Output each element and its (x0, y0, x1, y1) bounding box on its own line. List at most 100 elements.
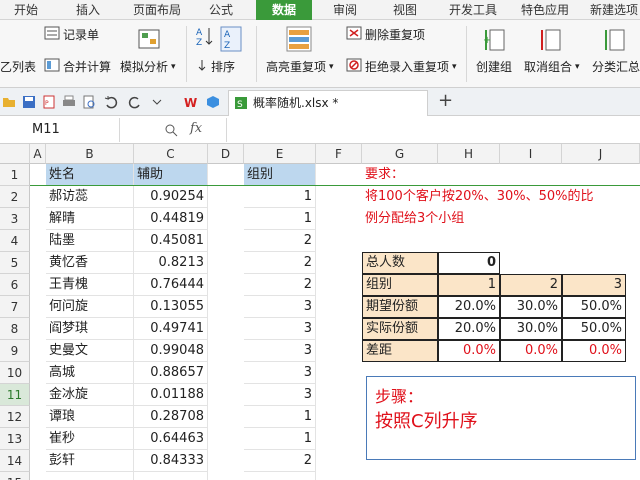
table-cell-group[interactable]: 3 (244, 384, 316, 406)
what-if-button[interactable]: 模拟分析 ▾ (120, 58, 176, 75)
table-cell-name[interactable]: 解晴 (46, 208, 134, 230)
row-header[interactable]: 14 (0, 450, 30, 472)
table-cell-aux[interactable]: 0.76444 (134, 274, 208, 296)
table-cell-group[interactable]: 3 (244, 340, 316, 362)
table-cell-aux[interactable]: 0.13055 (134, 296, 208, 318)
table-cell-aux[interactable]: 0.01188 (134, 384, 208, 406)
chevron-down-icon[interactable] (150, 95, 164, 109)
ungroup-button[interactable]: 取消组合 ▾ (524, 58, 580, 75)
table-cell-name[interactable]: 谭琅 (46, 406, 134, 428)
actual-2[interactable]: 30.0% (500, 318, 562, 340)
tab-home[interactable]: 开始 (0, 0, 52, 20)
table-cell-aux[interactable]: 0.49741 (134, 318, 208, 340)
tab-view[interactable]: 视图 (380, 0, 430, 20)
row-header[interactable]: 9 (0, 340, 30, 362)
table-cell-aux[interactable]: 0.45081 (134, 230, 208, 252)
step-textbox[interactable]: 步骤： 按照C列升序 (366, 376, 636, 460)
column-header[interactable]: D (208, 144, 244, 164)
sort-desc-icon[interactable]: AZ (220, 26, 242, 55)
row-header[interactable]: 6 (0, 274, 30, 296)
fx-button[interactable]: fx (190, 121, 202, 136)
undo-icon[interactable] (104, 95, 118, 109)
table-cell-name[interactable] (46, 472, 134, 480)
new-tab-button[interactable]: + (438, 90, 453, 111)
actual-label[interactable]: 实际份额 (362, 318, 438, 340)
table-cell-group[interactable]: 2 (244, 450, 316, 472)
diff-1[interactable]: 0.0% (438, 340, 500, 362)
table-cell-group[interactable]: 1 (244, 186, 316, 208)
table-header-cell[interactable]: 组别 (244, 164, 316, 186)
cube-icon[interactable] (206, 95, 220, 109)
zoom-icon[interactable] (164, 123, 178, 137)
table-cell-aux[interactable]: 0.44819 (134, 208, 208, 230)
file-tab[interactable]: S 概率随机.xlsx * (228, 90, 428, 116)
table-cell-group[interactable]: 2 (244, 274, 316, 296)
table-cell-name[interactable]: 黄忆香 (46, 252, 134, 274)
table-cell-aux[interactable]: 0.28708 (134, 406, 208, 428)
table-cell-group[interactable]: 1 (244, 428, 316, 450)
row-header[interactable]: 10 (0, 362, 30, 384)
row-header[interactable]: 7 (0, 296, 30, 318)
tab-insert[interactable]: 插入 (62, 0, 114, 20)
redo-icon[interactable] (128, 95, 142, 109)
actual-3[interactable]: 50.0% (562, 318, 626, 340)
table-cell-group[interactable]: 3 (244, 362, 316, 384)
tab-developer[interactable]: 开发工具 (440, 0, 506, 20)
sort-asc-icon[interactable]: AZ (196, 26, 214, 49)
table-cell-name[interactable]: 郝访蕊 (46, 186, 134, 208)
table-cell-name[interactable]: 彭轩 (46, 450, 134, 472)
row-header[interactable]: 5 (0, 252, 30, 274)
group-3[interactable]: 3 (562, 274, 626, 296)
row-header[interactable]: 15 (0, 472, 30, 480)
tab-new[interactable]: 新建选项 (584, 0, 640, 20)
table-cell-aux[interactable]: 0.88657 (134, 362, 208, 384)
table-cell-group[interactable]: 1 (244, 406, 316, 428)
row-header[interactable]: 11 (0, 384, 30, 406)
column-header[interactable]: H (438, 144, 500, 164)
requirement-title[interactable]: 要求： (362, 164, 502, 186)
subtotal-button[interactable]: 分类汇总 (592, 58, 640, 75)
actual-1[interactable]: 20.0% (438, 318, 500, 340)
row-header[interactable]: 8 (0, 318, 30, 340)
column-header[interactable]: F (316, 144, 362, 164)
column-header[interactable]: G (362, 144, 438, 164)
table-cell-aux[interactable]: 0.64463 (134, 428, 208, 450)
table-cell-group[interactable]: 3 (244, 296, 316, 318)
table-cell-group[interactable]: 3 (244, 318, 316, 340)
table-cell-aux[interactable]: 0.84333 (134, 450, 208, 472)
create-group-button[interactable]: 创建组 (476, 58, 512, 75)
requirement-line1[interactable]: 将100个客户按20%、30%、50%的比 (362, 186, 640, 208)
row-header[interactable]: 3 (0, 208, 30, 230)
row-header[interactable]: 12 (0, 406, 30, 428)
reject-duplicates-button[interactable]: 拒绝录入重复项 ▾ (346, 58, 457, 75)
sort-button[interactable]: 排序 (196, 58, 235, 75)
table-cell-name[interactable]: 高城 (46, 362, 134, 384)
group-label[interactable]: 组别 (362, 274, 438, 296)
tab-special[interactable]: 特色应用 (512, 0, 578, 20)
table-cell-name[interactable]: 王青槐 (46, 274, 134, 296)
column-header[interactable]: I (500, 144, 562, 164)
table-cell-aux[interactable] (134, 472, 208, 480)
requirement-line2[interactable]: 例分配给3个小组 (362, 208, 640, 230)
row-header[interactable]: 1 (0, 164, 30, 186)
remove-duplicates-button[interactable]: 删除重复项 (346, 26, 425, 43)
total-label[interactable]: 总人数 (362, 252, 438, 274)
table-header-cell[interactable]: 姓名 (46, 164, 134, 186)
table-cell-group[interactable]: 2 (244, 252, 316, 274)
tab-review[interactable]: 审阅 (320, 0, 370, 20)
diff-2[interactable]: 0.0% (500, 340, 562, 362)
table-cell-aux[interactable]: 0.99048 (134, 340, 208, 362)
row-header[interactable]: 2 (0, 186, 30, 208)
table-cell-group[interactable] (244, 472, 316, 480)
table-cell-name[interactable]: 崔秒 (46, 428, 134, 450)
column-header[interactable]: B (46, 144, 134, 164)
table-cell-group[interactable]: 2 (244, 230, 316, 252)
expected-2[interactable]: 30.0% (500, 296, 562, 318)
name-box[interactable]: M11 (0, 118, 120, 142)
diff-3[interactable]: 0.0% (562, 340, 626, 362)
print-preview-icon[interactable] (82, 95, 96, 109)
highlight-duplicates-button[interactable]: 高亮重复项 ▾ (266, 58, 334, 75)
save-icon[interactable] (22, 95, 36, 109)
export-pdf-icon[interactable]: P (42, 95, 56, 109)
table-header-cell[interactable]: 辅助 (134, 164, 208, 186)
